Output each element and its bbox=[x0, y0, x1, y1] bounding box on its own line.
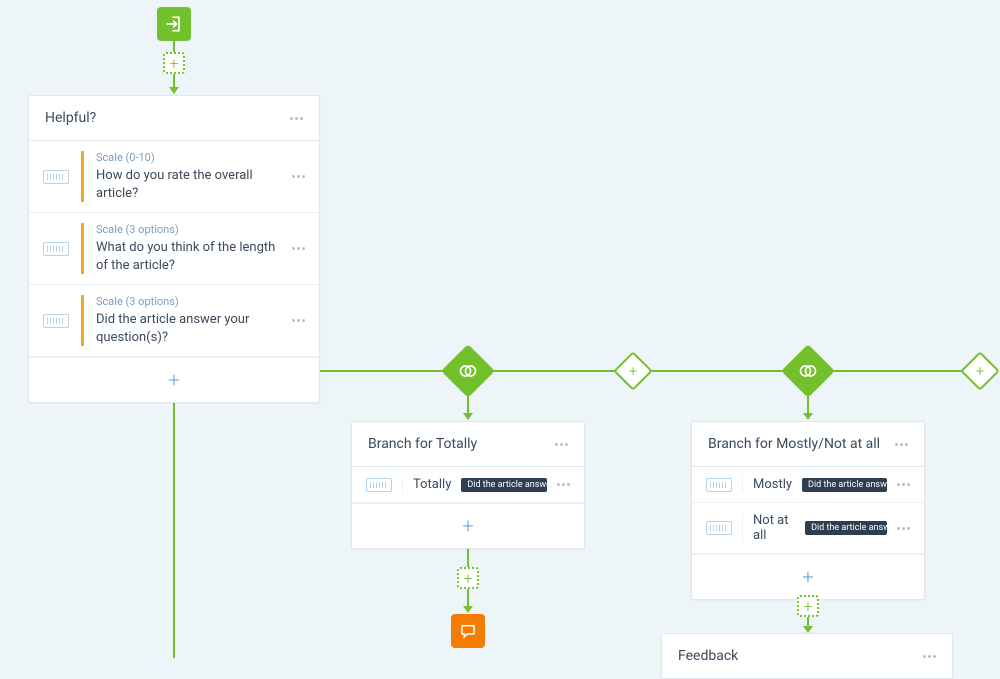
question-text: How do you rate the overall article? bbox=[96, 167, 280, 202]
card-header: Branch for Mostly/Not at all bbox=[692, 422, 924, 467]
card-header: Helpful? bbox=[29, 96, 319, 141]
add-branch-button[interactable]: + bbox=[692, 554, 924, 599]
scale-icon bbox=[43, 314, 69, 328]
card-menu-button[interactable] bbox=[290, 117, 303, 120]
add-step-button[interactable]: + bbox=[797, 595, 819, 617]
row-menu-button[interactable] bbox=[897, 527, 910, 530]
overlap-icon bbox=[458, 361, 478, 381]
branch-row[interactable]: Totally Did the article answer yo bbox=[352, 467, 584, 503]
action-node[interactable] bbox=[451, 614, 485, 648]
start-node[interactable] bbox=[157, 7, 191, 41]
question-text: Did the article answer your question(s)? bbox=[96, 311, 280, 346]
arrow-icon bbox=[803, 413, 813, 420]
question-row[interactable]: Scale (0-10) How do you rate the overall… bbox=[29, 141, 319, 213]
separator bbox=[742, 513, 743, 543]
connector bbox=[487, 370, 619, 372]
add-step-button[interactable]: + bbox=[163, 52, 185, 74]
card-menu-button[interactable] bbox=[923, 655, 936, 658]
chat-icon bbox=[459, 622, 477, 640]
scale-icon bbox=[706, 521, 732, 535]
plus-icon: + bbox=[462, 514, 473, 538]
plus-icon: + bbox=[168, 368, 179, 392]
scale-icon bbox=[706, 478, 732, 492]
scale-icon bbox=[43, 242, 69, 256]
branch-answer: Totally bbox=[413, 477, 451, 492]
card-title: Branch for Totally bbox=[368, 436, 477, 452]
connector bbox=[647, 370, 789, 372]
card-header: Feedback bbox=[662, 634, 952, 678]
card-title: Branch for Mostly/Not at all bbox=[708, 436, 880, 452]
connector bbox=[467, 547, 469, 569]
arrow-icon bbox=[169, 87, 179, 94]
question-type-label: Scale (0-10) bbox=[96, 151, 280, 164]
row-menu-button[interactable] bbox=[292, 175, 305, 178]
flow-canvas[interactable]: + Helpful? Scale (0-10) How do you rate … bbox=[0, 0, 1000, 657]
card-branch-totally[interactable]: Branch for Totally Totally Did the artic… bbox=[351, 421, 585, 549]
card-feedback[interactable]: Feedback bbox=[661, 633, 953, 679]
add-branch-button[interactable]: + bbox=[352, 503, 584, 548]
separator bbox=[742, 477, 743, 492]
accent-bar bbox=[81, 151, 84, 202]
question-type-label: Scale (3 options) bbox=[96, 223, 280, 236]
add-step-button[interactable]: + bbox=[457, 567, 479, 589]
branch-badge: Did the article answer yo bbox=[461, 478, 547, 492]
entry-icon bbox=[164, 14, 184, 34]
card-menu-button[interactable] bbox=[895, 443, 908, 446]
scale-icon bbox=[366, 478, 392, 492]
connector bbox=[320, 370, 450, 372]
row-menu-button[interactable] bbox=[557, 483, 570, 486]
row-menu-button[interactable] bbox=[897, 483, 910, 486]
scale-icon bbox=[43, 170, 69, 184]
plus-icon: + bbox=[629, 362, 637, 380]
add-condition-button[interactable]: + bbox=[966, 357, 994, 385]
separator bbox=[402, 477, 403, 492]
card-menu-button[interactable] bbox=[555, 443, 568, 446]
branch-row[interactable]: Not at all Did the article answer bbox=[692, 503, 924, 554]
question-content: Scale (0-10) How do you rate the overall… bbox=[96, 151, 280, 202]
arrow-icon bbox=[463, 606, 473, 613]
arrow-icon bbox=[803, 626, 813, 633]
row-menu-button[interactable] bbox=[292, 247, 305, 250]
question-content: Scale (3 options) What do you think of t… bbox=[96, 223, 280, 274]
arrow-icon bbox=[463, 413, 473, 420]
question-row[interactable]: Scale (3 options) Did the article answer… bbox=[29, 285, 319, 357]
branch-badge: Did the article answer yo bbox=[802, 478, 887, 492]
plus-icon: + bbox=[169, 54, 178, 73]
connector bbox=[173, 388, 175, 658]
branch-badge: Did the article answer bbox=[805, 521, 887, 535]
add-condition-button[interactable]: + bbox=[619, 357, 647, 385]
connector bbox=[827, 370, 966, 372]
plus-icon: + bbox=[976, 362, 984, 380]
row-menu-button[interactable] bbox=[292, 319, 305, 322]
condition-node[interactable] bbox=[449, 352, 487, 390]
question-content: Scale (3 options) Did the article answer… bbox=[96, 295, 280, 346]
accent-bar bbox=[81, 295, 84, 346]
question-text: What do you think of the length of the a… bbox=[96, 239, 280, 274]
branch-answer: Mostly bbox=[753, 477, 792, 492]
card-helpful[interactable]: Helpful? Scale (0-10) How do you rate th… bbox=[28, 95, 320, 403]
card-header: Branch for Totally bbox=[352, 422, 584, 467]
question-type-label: Scale (3 options) bbox=[96, 295, 280, 308]
card-title: Feedback bbox=[678, 648, 738, 664]
branch-row[interactable]: Mostly Did the article answer yo bbox=[692, 467, 924, 503]
branch-answer: Not at all bbox=[753, 513, 795, 543]
condition-node[interactable] bbox=[789, 352, 827, 390]
plus-icon: + bbox=[802, 565, 813, 589]
question-row[interactable]: Scale (3 options) What do you think of t… bbox=[29, 213, 319, 285]
card-title: Helpful? bbox=[45, 110, 96, 126]
plus-icon: + bbox=[803, 597, 812, 616]
accent-bar bbox=[81, 223, 84, 274]
overlap-icon bbox=[798, 361, 818, 381]
add-question-button[interactable]: + bbox=[29, 357, 319, 402]
plus-icon: + bbox=[463, 569, 472, 588]
card-branch-mostly[interactable]: Branch for Mostly/Not at all Mostly Did … bbox=[691, 421, 925, 600]
